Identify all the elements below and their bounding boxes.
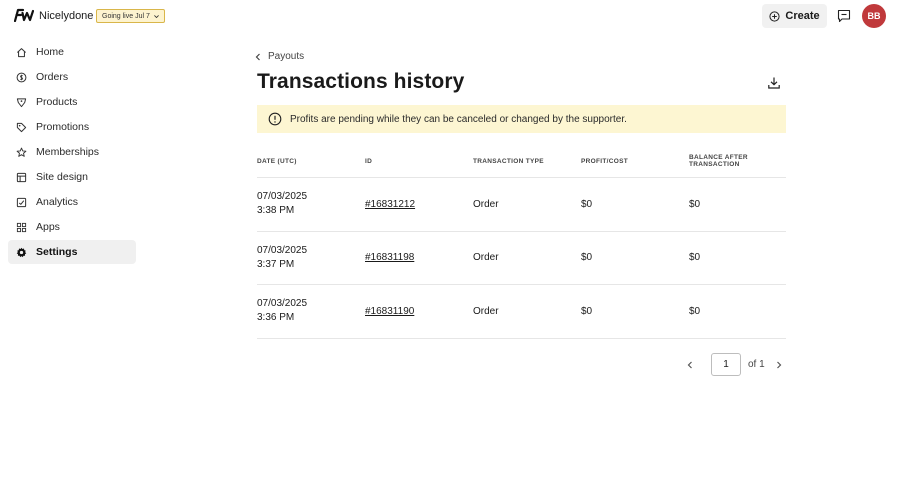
chat-icon [837,9,851,23]
header-date[interactable]: Date (UTC) [257,158,365,165]
dollar-circle-icon [16,72,27,83]
grid-icon [16,222,27,233]
create-label: Create [785,10,820,22]
row-profit: $0 [581,252,593,264]
sidebar-item-label: Home [36,46,65,58]
back-to-payouts-link[interactable]: Payouts [254,51,304,62]
transactions-table: Date (UTC) ID Transaction type Profit/Co… [257,145,786,339]
sidebar-item-label: Promotions [36,121,90,133]
row-balance: $0 [689,252,701,264]
user-avatar[interactable]: BB [862,4,886,28]
header-balance[interactable]: Balance after transaction [689,154,786,168]
row-datetime: 07/03/2025 3:37 PM [257,244,365,272]
home-icon [16,47,27,58]
messages-button[interactable] [836,8,852,24]
row-time: 3:38 PM [257,205,295,217]
table-row: 07/03/2025 3:38 PM #16831212 Order $0 $0 [257,178,786,232]
sidebar-item-memberships[interactable]: Memberships [8,140,136,164]
going-live-badge[interactable]: Going live Jul 7 [96,9,165,23]
chevron-left-icon [687,361,692,368]
page-total-label: of 1 [748,359,765,370]
sidebar-item-label: Analytics [36,196,79,208]
chevron-right-icon [776,361,782,368]
star-icon [16,147,27,158]
row-id-link[interactable]: #16831198 [365,252,473,263]
sidebar-item-analytics[interactable]: Analytics [8,190,136,214]
chevron-down-icon [153,14,159,18]
table-row: 07/03/2025 3:37 PM #16831198 Order $0 $0 [257,232,786,285]
sidebar-item-label: Products [36,96,78,108]
header-profit[interactable]: Profit/Cost [581,158,689,165]
sidebar-nav: Home Orders Products Promotions Membersh… [8,40,136,265]
page-number-input[interactable] [711,353,741,376]
info-icon [268,112,282,126]
download-icon[interactable] [767,76,781,90]
sidebar-item-promotions[interactable]: Promotions [8,115,136,139]
sidebar-item-apps[interactable]: Apps [8,215,136,239]
sidebar-item-label: Orders [36,71,69,83]
fw-logo [14,8,34,22]
row-time: 3:36 PM [257,312,295,324]
row-id-link[interactable]: #16831212 [365,199,473,210]
row-date: 07/03/2025 [257,244,308,256]
row-type: Order [473,198,499,210]
row-profit: $0 [581,305,593,317]
row-balance: $0 [689,305,701,317]
table-row: 07/03/2025 3:36 PM #16831190 Order $0 $0 [257,285,786,339]
chevron-left-icon [255,53,260,60]
going-live-label: Going live Jul 7 [102,12,150,20]
store-name[interactable]: Nicelydone [39,10,93,22]
row-id-link[interactable]: #16831190 [365,306,473,317]
tag-icon [16,97,27,108]
sidebar-item-label: Apps [36,221,60,233]
sidebar-item-label: Settings [36,246,78,258]
row-type: Order [473,305,499,317]
row-balance: $0 [689,198,701,210]
prev-page-button[interactable] [683,358,697,372]
sidebar-item-home[interactable]: Home [8,40,136,64]
header-type[interactable]: Transaction type [473,158,581,165]
row-datetime: 07/03/2025 3:36 PM [257,297,365,325]
row-date: 07/03/2025 [257,298,308,310]
percent-tag-icon [16,122,27,133]
back-label: Payouts [268,51,305,62]
row-profit: $0 [581,198,593,210]
row-datetime: 07/03/2025 3:38 PM [257,190,365,218]
create-button[interactable]: Create [762,4,827,28]
row-date: 07/03/2025 [257,191,308,203]
sidebar-item-site-design[interactable]: Site design [8,165,136,189]
sidebar-item-settings[interactable]: Settings [8,240,136,264]
sidebar-item-products[interactable]: Products [8,90,136,114]
row-time: 3:37 PM [257,258,295,270]
pagination: of 1 [683,353,786,376]
table-header: Date (UTC) ID Transaction type Profit/Co… [257,145,786,178]
sidebar-item-label: Memberships [36,146,100,158]
page-title: Transactions history [257,70,465,93]
sidebar-item-label: Site design [36,171,88,183]
pending-profits-notice: Profits are pending while they can be ca… [257,105,786,133]
gear-icon [16,247,27,258]
header-id[interactable]: ID [365,158,473,165]
notice-text: Profits are pending while they can be ca… [290,113,627,125]
chart-check-icon [16,197,27,208]
plus-circle-icon [769,10,780,22]
next-page-button[interactable] [772,358,786,372]
row-type: Order [473,252,499,264]
layout-icon [16,172,27,183]
sidebar-item-orders[interactable]: Orders [8,65,136,89]
